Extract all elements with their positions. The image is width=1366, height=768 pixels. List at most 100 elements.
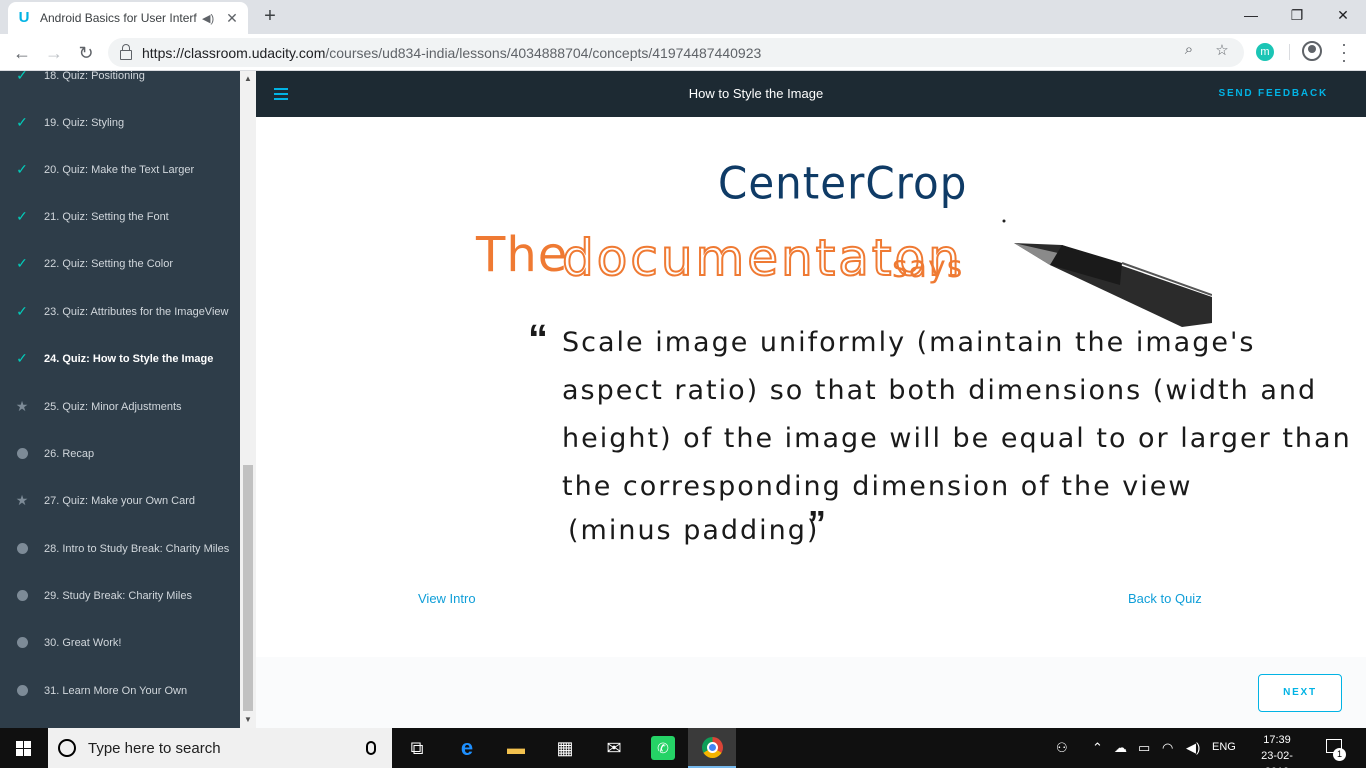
sidebar-item[interactable]: 31. Learn More On Your Own xyxy=(0,667,240,714)
extension-icon[interactable]: m xyxy=(1256,43,1274,61)
quote-line: aspect ratio) so that both dimensions (w… xyxy=(562,375,1318,406)
dot-icon xyxy=(0,541,44,557)
windows-start-icon[interactable] xyxy=(16,741,32,757)
wifi-icon[interactable]: ◠ xyxy=(1162,740,1173,756)
sidebar-item-label: 21. Quiz: Setting the Font xyxy=(44,210,169,223)
url-bar[interactable]: https://classroom.udacity.com/courses/ud… xyxy=(108,38,1244,67)
star-icon: ★ xyxy=(15,398,29,414)
edge-icon[interactable]: e xyxy=(455,736,479,760)
close-tab-icon[interactable]: ✕ xyxy=(224,10,240,27)
quote-close: ” xyxy=(808,503,826,544)
view-intro-link[interactable]: View Intro xyxy=(418,591,476,606)
sidebar-item-label: 31. Learn More On Your Own xyxy=(44,684,188,697)
sidebar-item-label: 30. Great Work! xyxy=(44,636,122,649)
quote-line: (minus padding) xyxy=(568,515,820,546)
address-toolbar: ← → ↻ https://classroom.udacity.com/cour… xyxy=(0,34,1366,71)
browser-tab[interactable]: U Android Basics for User Interf ◀) ✕ xyxy=(8,2,248,34)
close-window-button[interactable]: ✕ xyxy=(1320,0,1366,30)
clock-date: 23-02-2019 xyxy=(1261,750,1293,768)
windows-taskbar: Type here to search ⧉ e ▬ ▦ ✉ ✆ ⚇ ⌃ ☁ ▭ … xyxy=(0,728,1366,768)
quote-line: Scale image uniformly (maintain the imag… xyxy=(562,327,1256,358)
quote-line: height) of the image will be equal to or… xyxy=(562,423,1352,454)
sidebar-item-label: 19. Quiz: Styling xyxy=(44,116,125,129)
minimize-button[interactable]: — xyxy=(1228,0,1274,30)
slide-heading: CenterCrop xyxy=(718,157,968,210)
cortana-icon xyxy=(58,739,76,757)
pen-icon xyxy=(1002,219,1212,327)
sidebar-scrollbar[interactable]: ▲ ▼ xyxy=(240,71,256,728)
sidebar-item-label: 29. Study Break: Charity Miles xyxy=(44,589,192,602)
url-host: https://classroom.udacity.com xyxy=(142,44,326,61)
browser-menu-icon[interactable]: · · · xyxy=(1336,35,1352,69)
sidebar-item[interactable]: 29. Study Break: Charity Miles xyxy=(0,572,240,619)
sidebar-item[interactable]: ✓ 21. Quiz: Setting the Font xyxy=(0,193,240,240)
sidebar-item-label: 23. Quiz: Attributes for the ImageView xyxy=(44,305,229,318)
notification-count-badge: 1 xyxy=(1333,748,1346,761)
toolbar-divider xyxy=(1289,44,1290,60)
task-view-icon[interactable]: ⧉ xyxy=(405,736,429,760)
lesson-footer: NEXT xyxy=(256,657,1366,728)
url-path: /courses/ud834-india/lessons/4034888704/… xyxy=(325,44,762,61)
forward-button[interactable]: → xyxy=(42,41,66,65)
clock[interactable]: 17:39 23-02-2019 xyxy=(1252,732,1302,768)
dot-icon xyxy=(0,446,44,462)
sidebar-item-label: 18. Quiz: Positioning xyxy=(44,71,145,82)
classroom-header: How to Style the Image SEND FEEDBACK xyxy=(256,71,1366,117)
tab-title: Android Basics for User Interf xyxy=(40,11,197,25)
new-tab-button[interactable]: + xyxy=(260,6,280,26)
check-icon: ✓ xyxy=(16,71,28,83)
chrome-icon[interactable] xyxy=(702,737,723,758)
check-icon: ✓ xyxy=(16,114,28,130)
lock-icon[interactable] xyxy=(120,43,132,60)
sidebar-item-label: 25. Quiz: Minor Adjustments xyxy=(44,400,182,413)
mail-icon[interactable]: ✉ xyxy=(602,736,626,760)
sidebar-item[interactable]: 26. Recap xyxy=(0,430,240,477)
clock-time: 17:39 xyxy=(1263,734,1291,746)
check-icon: ✓ xyxy=(16,208,28,224)
sidebar-item-label: 28. Intro to Study Break: Charity Miles xyxy=(44,542,230,555)
next-button[interactable]: NEXT xyxy=(1258,674,1342,712)
scrollbar-thumb[interactable] xyxy=(243,465,253,711)
profile-icon[interactable] xyxy=(1302,41,1322,61)
dot-icon xyxy=(0,635,44,651)
check-icon: ✓ xyxy=(16,303,28,319)
show-hidden-icons-chevron-icon[interactable]: ⌃ xyxy=(1092,740,1103,756)
lesson-content: CenterCrop The documentaton says “ Scale… xyxy=(256,117,1366,657)
bookmark-star-icon[interactable]: ☆ xyxy=(1211,41,1233,59)
dot-icon xyxy=(0,588,44,604)
microphone-icon[interactable] xyxy=(366,741,376,755)
sidebar-item[interactable]: ✓ 19. Quiz: Styling xyxy=(0,99,240,146)
back-to-quiz-link[interactable]: Back to Quiz xyxy=(1128,591,1202,606)
restore-button[interactable]: ❐ xyxy=(1274,0,1320,30)
store-icon[interactable]: ▦ xyxy=(553,736,577,760)
sidebar-item[interactable]: ✓ 23. Quiz: Attributes for the ImageView xyxy=(0,288,240,335)
page-title: How to Style the Image xyxy=(688,86,824,101)
file-explorer-icon[interactable]: ▬ xyxy=(504,736,528,760)
sidebar-item[interactable]: 28. Intro to Study Break: Charity Miles xyxy=(0,525,240,572)
taskbar-search[interactable]: Type here to search xyxy=(48,728,392,768)
check-icon: ✓ xyxy=(16,161,28,177)
battery-icon[interactable]: ▭ xyxy=(1138,740,1150,756)
sidebar-item[interactable]: ★ 27. Quiz: Make your Own Card xyxy=(0,477,240,524)
scroll-down-icon[interactable]: ▼ xyxy=(240,712,256,728)
scroll-up-icon[interactable]: ▲ xyxy=(240,71,256,87)
send-feedback-link[interactable]: SEND FEEDBACK xyxy=(1218,71,1328,117)
video-slide[interactable]: CenterCrop The documentaton says “ Scale… xyxy=(462,137,1350,557)
language-indicator[interactable]: ENG xyxy=(1212,741,1236,753)
search-placeholder: Type here to search xyxy=(88,739,221,757)
speaker-icon[interactable]: ◀) xyxy=(202,12,216,25)
whatsapp-icon[interactable]: ✆ xyxy=(651,736,675,760)
sidebar-item[interactable]: ✓ 20. Quiz: Make the Text Larger xyxy=(0,146,240,193)
sidebar-item-active[interactable]: ✓ 24. Quiz: How to Style the Image xyxy=(0,335,240,382)
back-button[interactable]: ← xyxy=(10,41,34,65)
sidebar-item[interactable]: 30. Great Work! xyxy=(0,619,240,666)
sidebar-item[interactable]: ★ 25. Quiz: Minor Adjustments xyxy=(0,383,240,430)
sidebar-item[interactable]: ✓ 22. Quiz: Setting the Color xyxy=(0,240,240,287)
zoom-search-icon[interactable]: ⌕ xyxy=(1178,41,1200,58)
onedrive-icon[interactable]: ☁ xyxy=(1114,740,1127,756)
sidebar-item[interactable]: ✓ 18. Quiz: Positioning xyxy=(0,71,240,99)
reload-button[interactable]: ↻ xyxy=(74,41,98,65)
volume-icon[interactable]: ◀) xyxy=(1186,740,1200,756)
people-icon[interactable]: ⚇ xyxy=(1056,740,1068,756)
check-icon: ✓ xyxy=(16,350,28,366)
